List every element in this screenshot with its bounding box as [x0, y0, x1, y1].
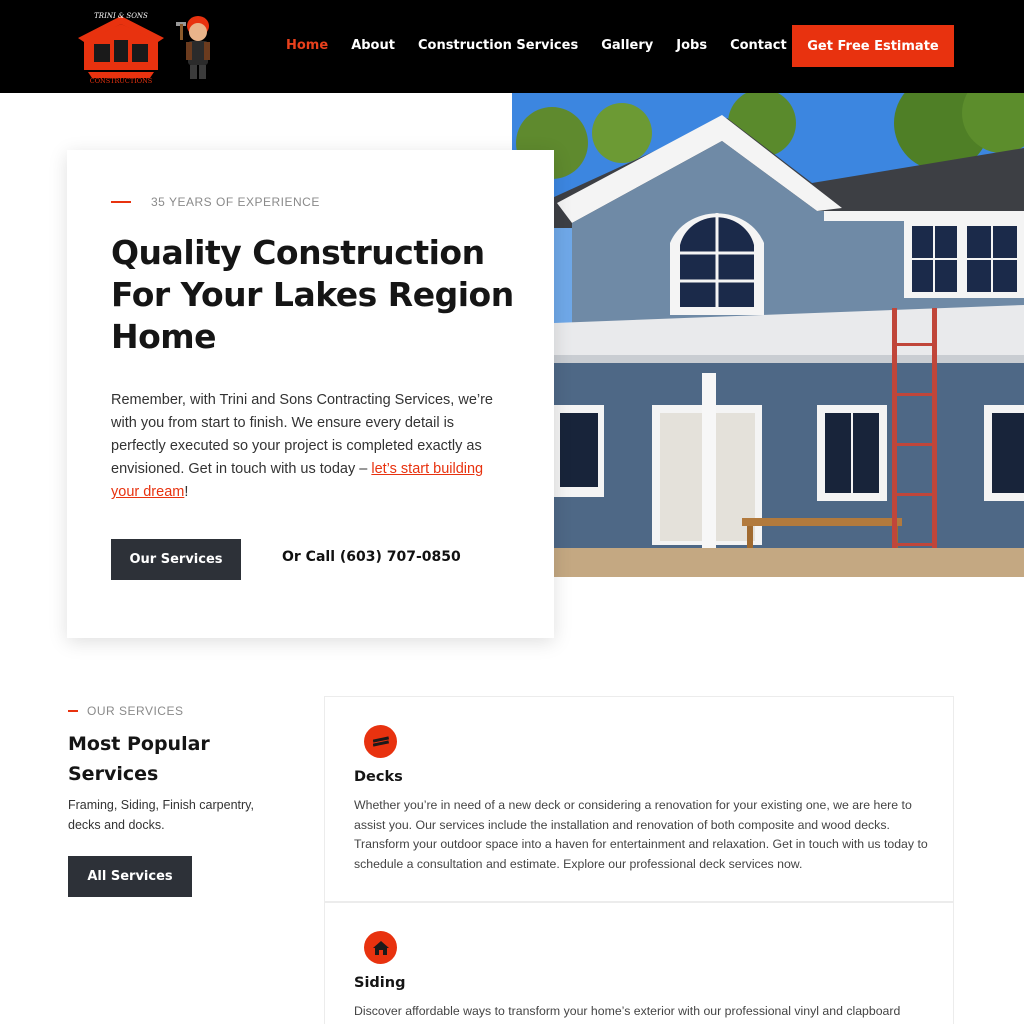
all-services-button[interactable]: All Services [68, 856, 192, 897]
service-card-siding[interactable]: Siding Discover affordable ways to trans… [324, 902, 954, 1024]
service-description: Discover affordable ways to transform yo… [354, 1004, 901, 1018]
services-title: Most Popular Services [68, 733, 210, 785]
services-description: Framing, Siding, Finish carpentry, decks… [68, 798, 254, 832]
our-services-button[interactable]: Our Services [111, 539, 241, 580]
nav-construction-services[interactable]: Construction Services [418, 38, 578, 53]
svg-text:TRINI & SONS: TRINI & SONS [94, 12, 148, 20]
get-free-estimate-button[interactable]: Get Free Estimate [792, 25, 954, 67]
hero-title: Quality Construction For Your Lakes Regi… [111, 233, 514, 356]
service-name: Decks [354, 769, 403, 785]
hero-house-photo [512, 93, 1024, 577]
service-name: Siding [354, 975, 406, 991]
house-icon [364, 931, 397, 964]
kicker-dash [68, 710, 78, 712]
hero-card: 35 YEARS OF EXPERIENCE Quality Construct… [67, 150, 554, 638]
nav-jobs[interactable]: Jobs [676, 38, 707, 53]
experience-label: 35 YEARS OF EXPERIENCE [151, 195, 320, 209]
phone-call-text[interactable]: Or Call (603) 707-0850 [282, 549, 461, 565]
deck-icon [364, 725, 397, 758]
nav-about[interactable]: About [351, 38, 395, 53]
site-header: TRINI & SONS CONSTRUCTIONS Home About Co… [0, 0, 1024, 93]
nav-contact[interactable]: Contact [730, 38, 787, 53]
services-kicker: OUR SERVICES [68, 704, 183, 718]
hero-kicker: 35 YEARS OF EXPERIENCE [111, 195, 320, 209]
service-card-decks[interactable]: Decks Whether you’re in need of a new de… [324, 696, 954, 902]
services-kicker-label: OUR SERVICES [87, 704, 184, 718]
kicker-dash [111, 201, 131, 203]
nav-gallery[interactable]: Gallery [601, 38, 653, 53]
hero-text-end: ! [184, 484, 189, 500]
service-description: Whether you’re in need of a new deck or … [354, 798, 928, 871]
nav-home[interactable]: Home [286, 38, 328, 53]
hero-description: Remember, with Trini and Sons Contractin… [111, 389, 511, 504]
svg-text:CONSTRUCTIONS: CONSTRUCTIONS [90, 77, 153, 84]
main-nav: Home About Construction Services Gallery… [286, 38, 810, 53]
company-logo[interactable]: TRINI & SONS CONSTRUCTIONS [76, 10, 166, 85]
mascot-image [174, 12, 222, 82]
